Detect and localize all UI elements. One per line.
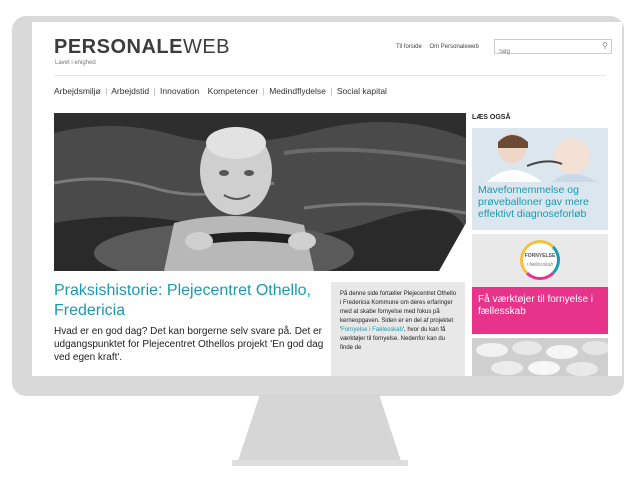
nav-separator: | [105,86,108,96]
link-about[interactable]: Om Personaleweb [429,44,478,50]
nav-separator: | [153,86,156,96]
fornyelse-badge-logo: FORNYELSE i fællesskab [520,240,560,280]
nav-separator: | [330,86,333,96]
read-also-card-tools[interactable]: FORNYELSE i fællesskab Få værktøjer til … [472,234,608,334]
monitor-screen: PERSONALEWEB Lavet i enighed Til forside… [32,22,622,376]
read-also-card-pills[interactable] [472,338,608,376]
badge-line2: i fællesskab [526,262,554,268]
article-title: Praksishistorie: Plejecentret Othello, F… [54,282,311,319]
monitor-stand-base [232,460,408,466]
search-icon[interactable]: ⚲ [602,41,608,50]
site-tagline: Lavet i enighed [55,60,96,66]
search-box: ⚲ [494,39,612,59]
link-home[interactable]: Til forside [396,44,422,50]
doctor-photo-illustration [472,128,608,182]
nav-separator: | [262,86,265,96]
logo-light-text: WEB [182,36,231,58]
hero-image [54,113,466,271]
card2-caption: Få værktøjer til fornyelse i fællesskab [478,294,594,317]
nav-item-kompetencer[interactable]: Kompetencer [208,86,259,96]
logo-bold-text: PERSONALE [54,36,183,58]
hero-photo-illustration [54,113,466,271]
top-links: Til forside Om Personaleweb [396,44,485,50]
search-input[interactable] [495,45,595,59]
site-logo[interactable]: PERSONALEWEB [54,36,230,58]
header-divider [54,75,606,76]
article-intro: Hvad er en god dag? Det kan borgerne sel… [54,326,324,363]
article-sidebox: På denne side fortæller Plejecentret Oth… [331,282,465,376]
nav-item-arbejdsmiljoe[interactable]: Arbejdsmiljø [54,86,101,96]
card1-caption: Mavefornemmelse og prøveballoner gav mer… [478,184,589,220]
monitor-stand [237,394,402,464]
nav-item-medindflydelse[interactable]: Medindflydelse [269,86,326,96]
main-nav: Arbejdsmiljø | Arbejdstid | Innovation K… [54,86,387,96]
sidebox-text: På denne side fortæller Plejecentret Oth… [340,290,457,353]
pills-photo-illustration [472,338,608,376]
badge-line1: FORNYELSE [524,253,556,259]
sidebox-project-link[interactable]: Fornyelse i Fællesskab [341,327,403,333]
read-also-card-diagnosis[interactable]: Mavefornemmelse og prøveballoner gav mer… [472,128,608,230]
read-also-heading: LÆS OGSÅ [472,114,511,121]
nav-item-arbejdstid[interactable]: Arbejdstid [111,86,149,96]
nav-item-innovation[interactable]: Innovation [160,86,199,96]
nav-item-social-kapital[interactable]: Social kapital [337,86,387,96]
